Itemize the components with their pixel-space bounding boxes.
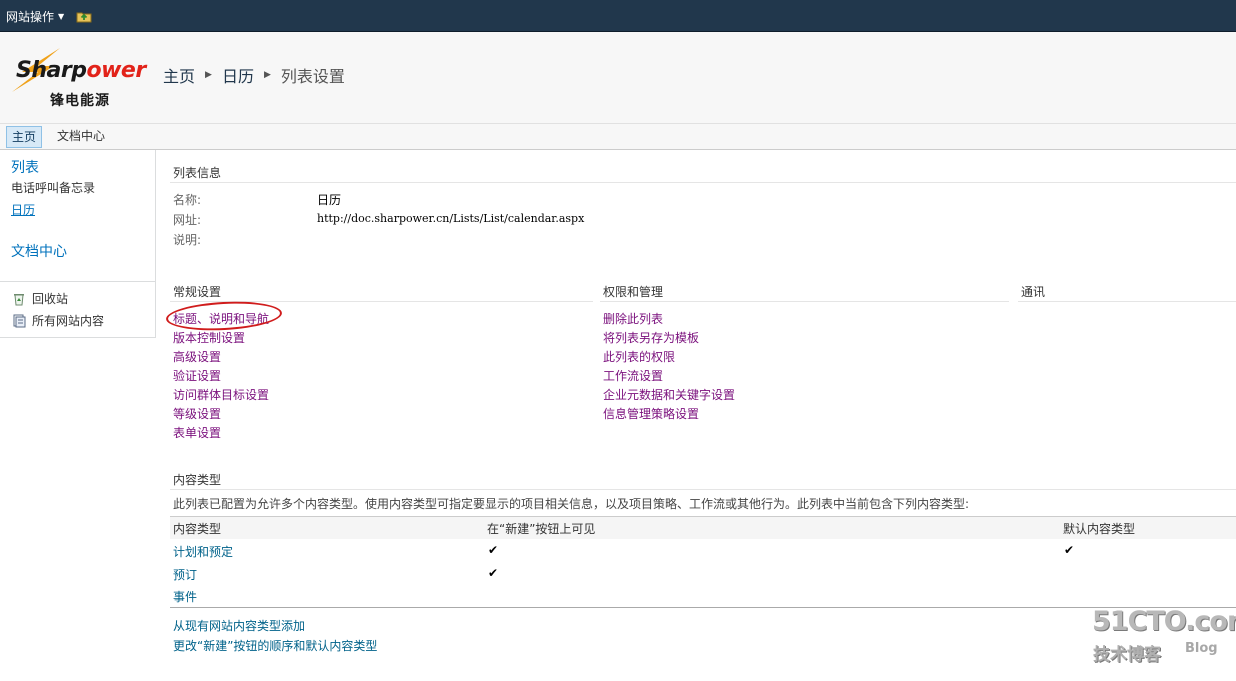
quick-launch-docs-header[interactable]: 文档中心	[11, 241, 67, 261]
link-change-new-button-order[interactable]: 更改“新建”按钮的顺序和默认内容类型	[173, 637, 377, 654]
content-type-name[interactable]: 事件	[173, 588, 197, 605]
recycle-bin-link[interactable]: 回收站	[12, 290, 68, 307]
content-type-name[interactable]: 计划和预定	[173, 543, 233, 560]
chevron-down-icon: ▼	[58, 12, 65, 21]
quick-launch: 列表 电话呼叫备忘录 日历 文档中心 回收站 所有网站内容	[0, 150, 156, 338]
folder-up-icon[interactable]	[76, 10, 92, 23]
quick-launch-item-phone-memo[interactable]: 电话呼叫备忘录	[11, 179, 95, 196]
communications-title: 通讯	[1021, 285, 1046, 299]
link-versioning-settings[interactable]: 版本控制设置	[173, 329, 245, 346]
link-delete-list[interactable]: 删除此列表	[603, 310, 663, 327]
column-header-visible: 在“新建”按钮上可见	[487, 522, 596, 536]
divider	[0, 281, 155, 282]
breadcrumb: 主页 ▶ 日历 ▶ 列表设置	[163, 63, 345, 87]
default-check-icon: ✔	[1064, 543, 1075, 557]
link-list-permissions[interactable]: 此列表的权限	[603, 348, 675, 365]
description-label: 说明:	[173, 233, 202, 247]
url-label: 网址:	[173, 213, 202, 227]
breadcrumb-separator-icon: ▶	[263, 70, 271, 80]
link-rating-settings[interactable]: 等级设置	[173, 405, 221, 422]
divider	[170, 607, 1236, 608]
divider	[170, 489, 1236, 490]
divider	[1018, 301, 1236, 302]
table-row: 计划和预定 ✔ ✔	[170, 540, 1236, 562]
all-site-content-link[interactable]: 所有网站内容	[12, 312, 104, 329]
column-header-default: 默认内容类型	[1063, 522, 1136, 536]
all-site-content-label: 所有网站内容	[32, 314, 105, 328]
top-nav-bar: 主页 文档中心	[0, 124, 1236, 150]
site-actions-menu[interactable]: 网站操作 ▼	[6, 8, 64, 25]
site-actions-label: 网站操作	[6, 10, 55, 24]
sharpower-logo[interactable]: Sharpower 锋电能源	[8, 44, 158, 114]
link-audience-targeting-settings[interactable]: 访问群体目标设置	[173, 386, 269, 403]
link-form-settings[interactable]: 表单设置	[173, 424, 221, 441]
divider	[170, 182, 1236, 183]
permissions-title: 权限和管理	[603, 285, 664, 299]
link-workflow-settings[interactable]: 工作流设置	[603, 367, 663, 384]
recycle-bin-label: 回收站	[32, 292, 69, 306]
breadcrumb-home[interactable]: 主页	[163, 63, 195, 87]
tab-home[interactable]: 主页	[6, 126, 43, 148]
link-metadata-keywords-settings[interactable]: 企业元数据和关键字设置	[603, 386, 735, 403]
divider	[600, 301, 1009, 302]
quick-launch-lists-header[interactable]: 列表	[11, 157, 39, 177]
logo-subtitle: 锋电能源	[50, 93, 110, 109]
table-row: 事件	[170, 585, 1236, 607]
visible-check-icon: ✔	[488, 543, 499, 557]
top-bar: 网站操作 ▼	[0, 0, 1236, 32]
breadcrumb-calendar[interactable]: 日历	[222, 63, 254, 87]
general-settings-title: 常规设置	[173, 285, 222, 299]
content-type-name[interactable]: 预订	[173, 566, 197, 583]
link-advanced-settings[interactable]: 高级设置	[173, 348, 221, 365]
link-information-policy-settings[interactable]: 信息管理策略设置	[603, 405, 699, 422]
column-header-type: 内容类型	[173, 522, 222, 536]
divider	[170, 301, 593, 302]
url-value: http://doc.sharpower.cn/Lists/List/calen…	[317, 212, 585, 225]
quick-launch-item-calendar[interactable]: 日历	[11, 201, 35, 218]
tab-document-center[interactable]: 文档中心	[52, 126, 110, 146]
name-label: 名称:	[173, 193, 202, 207]
link-validation-settings[interactable]: 验证设置	[173, 367, 221, 384]
visible-check-icon: ✔	[488, 566, 499, 580]
logo-wordmark: Sharpower	[16, 58, 146, 83]
breadcrumb-current: 列表设置	[280, 67, 345, 86]
main-content: 列表信息 名称: 日历 网址: http://doc.sharpower.cn/…	[157, 150, 1236, 681]
content-types-table-header: 内容类型 在“新建”按钮上可见 默认内容类型	[170, 516, 1236, 539]
recycle-bin-icon	[14, 293, 24, 305]
breadcrumb-separator-icon: ▶	[205, 70, 212, 80]
link-save-as-template[interactable]: 将列表另存为模板	[603, 329, 699, 346]
content-types-title: 内容类型	[173, 473, 222, 487]
site-content-icon	[13, 314, 26, 327]
page-header: Sharpower 锋电能源 主页 ▶ 日历 ▶ 列表设置	[0, 32, 1236, 124]
content-types-description: 此列表已配置为允许多个内容类型。使用内容类型可指定要显示的项目相关信息，以及项目…	[173, 497, 970, 511]
list-info-title: 列表信息	[173, 166, 222, 180]
link-add-from-existing-content-types[interactable]: 从现有网站内容类型添加	[173, 617, 305, 634]
table-row: 预订 ✔	[170, 563, 1236, 585]
name-value: 日历	[317, 193, 342, 207]
link-title-description-navigation[interactable]: 标题、说明和导航	[173, 310, 269, 327]
